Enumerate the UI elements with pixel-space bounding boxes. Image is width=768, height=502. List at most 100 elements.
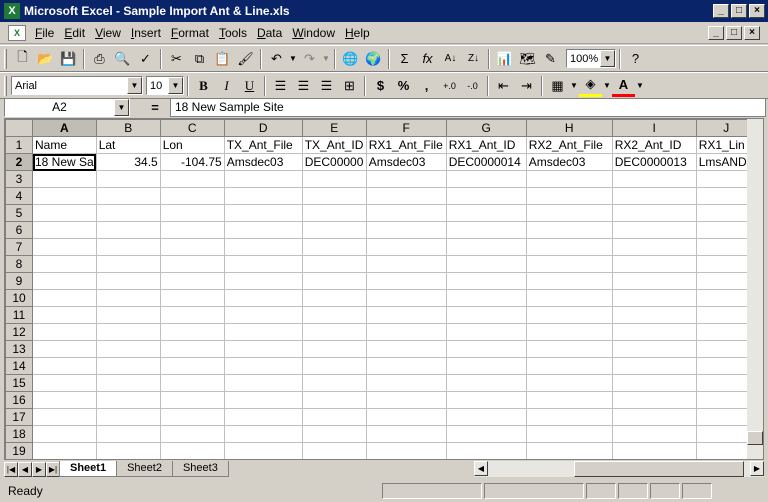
map-icon[interactable]: 🗺: [516, 48, 539, 70]
cell-i4[interactable]: [611, 187, 697, 205]
row-header[interactable]: 14: [5, 357, 33, 375]
cell-h15[interactable]: [525, 374, 613, 392]
cell-i7[interactable]: [611, 238, 697, 256]
equals-sign[interactable]: =: [140, 100, 170, 115]
cell-i11[interactable]: [611, 306, 697, 324]
zoom-select[interactable]: 100% ▼: [566, 49, 616, 68]
row-header[interactable]: 4: [5, 187, 33, 205]
cell-c15[interactable]: [159, 374, 225, 392]
cell-i5[interactable]: [611, 204, 697, 222]
cell-g2[interactable]: DEC0000014: [445, 153, 527, 171]
cell-g19[interactable]: [445, 442, 527, 459]
cell-e12[interactable]: [301, 323, 367, 341]
first-sheet-icon[interactable]: |◀: [4, 461, 18, 477]
menu-tools[interactable]: Tools: [214, 26, 252, 40]
currency-button[interactable]: $: [369, 75, 392, 97]
cell-c19[interactable]: [159, 442, 225, 459]
cell-g5[interactable]: [445, 204, 527, 222]
function-icon[interactable]: fx: [416, 48, 439, 70]
align-center-icon[interactable]: ☰: [292, 75, 315, 97]
sheet-tab-3[interactable]: Sheet3: [171, 461, 229, 477]
doc-minimize-button[interactable]: _: [708, 25, 724, 40]
cell-a13[interactable]: [32, 340, 97, 358]
cell-h2[interactable]: Amsdec03: [525, 153, 613, 171]
bold-button[interactable]: B: [192, 75, 215, 97]
percent-button[interactable]: %: [392, 75, 415, 97]
row-header[interactable]: 1: [5, 136, 33, 154]
horizontal-scroll-thumb[interactable]: [574, 461, 744, 477]
row-header[interactable]: 16: [5, 391, 33, 409]
cell-b11[interactable]: [95, 306, 161, 324]
cell-f17[interactable]: [365, 408, 447, 426]
comma-button[interactable]: ,: [415, 75, 438, 97]
cell-f13[interactable]: [365, 340, 447, 358]
cell-a11[interactable]: [32, 306, 97, 324]
cell-e4[interactable]: [301, 187, 367, 205]
spelling-icon[interactable]: ✓: [134, 48, 157, 70]
cell-a16[interactable]: [32, 391, 97, 409]
cell-e19[interactable]: [301, 442, 367, 459]
menu-data[interactable]: Data: [252, 26, 287, 40]
merge-center-icon[interactable]: ⊞: [338, 75, 361, 97]
cell-c1[interactable]: Lon: [159, 136, 225, 154]
cell-g13[interactable]: [445, 340, 527, 358]
copy-icon[interactable]: ⧉: [188, 48, 211, 70]
menu-view[interactable]: View: [90, 26, 126, 40]
cell-a18[interactable]: [32, 425, 97, 443]
cell-b9[interactable]: [95, 272, 161, 290]
row-header[interactable]: 10: [5, 289, 33, 307]
italic-button[interactable]: I: [215, 75, 238, 97]
autosum-icon[interactable]: Σ: [393, 48, 416, 70]
underline-button[interactable]: U: [238, 75, 261, 97]
cell-e5[interactable]: [301, 204, 367, 222]
cell-i8[interactable]: [611, 255, 697, 273]
cell-i13[interactable]: [611, 340, 697, 358]
cell-f1[interactable]: RX1_Ant_File: [365, 136, 447, 154]
cell-i9[interactable]: [611, 272, 697, 290]
cell-b5[interactable]: [95, 204, 161, 222]
cell-h12[interactable]: [525, 323, 613, 341]
cell-i19[interactable]: [611, 442, 697, 459]
cell-d17[interactable]: [223, 408, 303, 426]
cell-e1[interactable]: TX_Ant_ID: [301, 136, 367, 154]
column-header-a[interactable]: A: [32, 119, 97, 137]
cell-i18[interactable]: [611, 425, 697, 443]
column-header-i[interactable]: I: [611, 119, 697, 137]
open-icon[interactable]: 📂: [34, 48, 57, 70]
paste-icon[interactable]: 📋: [211, 48, 234, 70]
cut-icon[interactable]: ✂: [165, 48, 188, 70]
cell-f3[interactable]: [365, 170, 447, 188]
cell-h13[interactable]: [525, 340, 613, 358]
cell-i10[interactable]: [611, 289, 697, 307]
cell-f9[interactable]: [365, 272, 447, 290]
cell-e14[interactable]: [301, 357, 367, 375]
chevron-down-icon[interactable]: ▼: [168, 77, 183, 94]
cell-c14[interactable]: [159, 357, 225, 375]
borders-dropdown-icon[interactable]: ▼: [569, 75, 579, 97]
cell-a3[interactable]: [32, 170, 97, 188]
worksheet-grid[interactable]: A B C D E F G H I J 1 Name Lat Lon TX_Ant_Fi…: [4, 118, 764, 460]
cell-d1[interactable]: TX_Ant_File: [223, 136, 303, 154]
cell-h14[interactable]: [525, 357, 613, 375]
cell-h8[interactable]: [525, 255, 613, 273]
cell-c18[interactable]: [159, 425, 225, 443]
cell-g12[interactable]: [445, 323, 527, 341]
cell-g18[interactable]: [445, 425, 527, 443]
cell-f4[interactable]: [365, 187, 447, 205]
menu-format[interactable]: Format: [166, 26, 214, 40]
cell-h1[interactable]: RX2_Ant_File: [525, 136, 613, 154]
cell-i17[interactable]: [611, 408, 697, 426]
cell-d16[interactable]: [223, 391, 303, 409]
cell-b3[interactable]: [95, 170, 161, 188]
cell-d11[interactable]: [223, 306, 303, 324]
cell-c17[interactable]: [159, 408, 225, 426]
cell-a19[interactable]: [32, 442, 97, 459]
cell-e16[interactable]: [301, 391, 367, 409]
cell-d14[interactable]: [223, 357, 303, 375]
cell-e6[interactable]: [301, 221, 367, 239]
undo-icon[interactable]: ↶: [265, 48, 288, 70]
cell-g7[interactable]: [445, 238, 527, 256]
cell-e2[interactable]: DEC00000: [301, 153, 367, 171]
cell-c7[interactable]: [159, 238, 225, 256]
cell-h5[interactable]: [525, 204, 613, 222]
